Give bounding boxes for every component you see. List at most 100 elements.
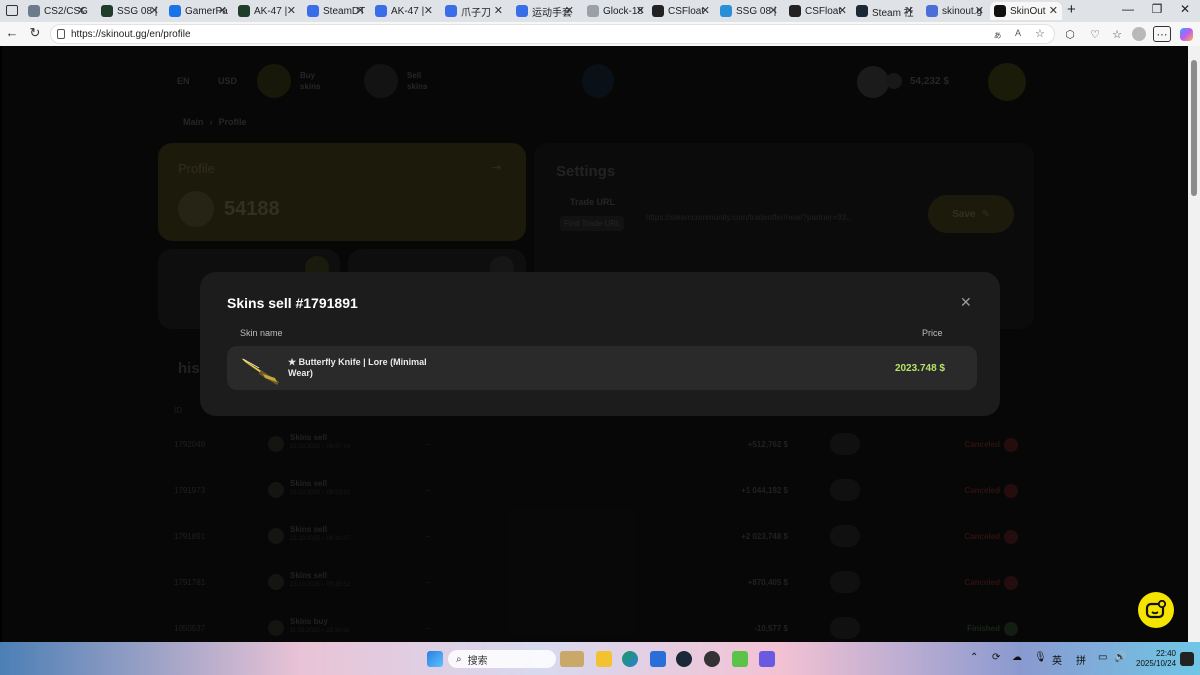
browser-tab[interactable]: CSFloat ✕ [785, 2, 851, 20]
taskbar-search[interactable]: ⌕ 搜索 [448, 650, 556, 668]
tab-actions-icon[interactable] [6, 5, 18, 16]
volume-icon[interactable]: 🔊 [1114, 652, 1126, 663]
browser-tab[interactable]: 运动手套 ✕ [512, 2, 578, 20]
browser-tab[interactable]: Glock-18 ✕ [583, 2, 649, 20]
sync-icon[interactable]: ⟳ [992, 652, 1000, 663]
tab-favicon-icon [375, 5, 387, 17]
page-scrollbar[interactable] [1188, 46, 1200, 642]
tab-close-icon[interactable]: ✕ [838, 4, 847, 17]
scrollbar-thumb[interactable] [1191, 60, 1197, 196]
skin-name-header: Skin name [240, 328, 283, 338]
app-icon-2[interactable] [732, 651, 748, 667]
tab-favicon-icon [307, 5, 319, 17]
tab-close-icon[interactable]: ✕ [356, 4, 365, 17]
ime-mode[interactable]: 拼 [1076, 652, 1086, 667]
page-content: EN USD Buy skins Sell skins 54,232 $ Mai… [2, 46, 1188, 642]
edge-icon[interactable] [622, 651, 638, 667]
tab-favicon-icon [856, 5, 868, 17]
more-menu-icon[interactable]: ⋯ [1153, 26, 1171, 42]
tab-close-icon[interactable]: ✕ [905, 4, 914, 17]
tab-close-icon[interactable]: ✕ [975, 4, 984, 17]
browser-tab[interactable]: 爪子刀 ✕ [441, 2, 507, 20]
cloud-icon[interactable]: ☁ [1012, 652, 1022, 663]
skin-item-name: ★ Butterfly Knife | Lore (Minimal Wear) [288, 357, 427, 378]
store-icon[interactable] [650, 651, 666, 667]
tab-close-icon[interactable]: ✕ [769, 4, 778, 17]
clock[interactable]: 22:40 2025/10/24 [1136, 649, 1176, 669]
restore-button[interactable]: ❐ [1142, 2, 1172, 16]
app-icon-3[interactable] [759, 651, 775, 667]
close-icon[interactable]: ✕ [960, 294, 972, 311]
browser-tab[interactable]: CS2/CSG ✕ [24, 2, 90, 20]
tab-favicon-icon [169, 5, 181, 17]
copilot-icon[interactable] [1178, 26, 1194, 42]
tab-favicon-icon [101, 5, 113, 17]
tab-favicon-icon [652, 5, 664, 17]
translate-icon[interactable]: ぁ [993, 28, 1002, 41]
tab-close-icon[interactable]: ✕ [424, 4, 433, 17]
windows-taskbar: ⌕ 搜索 ⌃ ⟳ ☁ 🎙 英 拼 ▭ 🔊 22:40 2025/10/24 [0, 642, 1200, 675]
tab-close-icon[interactable]: ✕ [565, 4, 574, 17]
browser-essentials-icon[interactable]: ♡ [1087, 26, 1103, 42]
browser-tab[interactable]: CSFloat ✕ [648, 2, 714, 20]
favorite-star-icon[interactable]: ☆ [1035, 27, 1045, 40]
read-aloud-icon[interactable]: A [1015, 28, 1021, 38]
search-placeholder: 搜索 [467, 655, 488, 667]
browser-tab[interactable]: SSG 08 | ✕ [716, 2, 782, 20]
tab-favicon-icon [926, 5, 938, 17]
profile-avatar-icon[interactable] [1131, 26, 1147, 42]
chevron-up-icon[interactable]: ⌃ [970, 652, 978, 663]
app-icon-1[interactable] [704, 651, 720, 667]
refresh-button[interactable]: ↻ [27, 25, 43, 41]
browser-tab[interactable]: AK-47 | ✕ [234, 2, 300, 20]
tab-close-icon[interactable]: ✕ [494, 4, 503, 17]
price-header: Price [922, 328, 943, 338]
windows-start-icon[interactable] [427, 651, 443, 667]
url-field[interactable]: https://skinout.gg/en/profile ぁ A ☆ [50, 24, 1055, 44]
tab-favicon-icon [789, 5, 801, 17]
tab-favicon-icon [238, 5, 250, 17]
tab-close-icon[interactable]: ✕ [218, 4, 227, 17]
address-bar-row: ← ↻ https://skinout.gg/en/profile ぁ A ☆ … [0, 22, 1200, 46]
browser-tab-strip: CS2/CSG ✕ SSG 08 | ✕ GamerPa ✕ AK-47 | ✕ SteamDT… [0, 0, 1200, 22]
ime-language[interactable]: 英 [1052, 652, 1062, 667]
support-chat-button[interactable] [1138, 592, 1174, 628]
browser-tab[interactable]: skinout.g ✕ [922, 2, 988, 20]
browser-tab[interactable]: Steam 社 ✕ [852, 2, 918, 20]
clock-time: 22:40 [1155, 649, 1176, 658]
tab-close-icon[interactable]: ✕ [701, 4, 710, 17]
browser-tab[interactable]: SSG 08 | ✕ [97, 2, 163, 20]
browser-tab[interactable]: GamerPa ✕ [165, 2, 231, 20]
widget-icon[interactable] [560, 651, 584, 667]
window-close-button[interactable]: ✕ [1170, 2, 1200, 16]
favorites-icon[interactable]: ☆ [1109, 26, 1125, 42]
chat-bubble-icon [1145, 600, 1167, 619]
browser-tab[interactable]: SkinOut ✕ [990, 2, 1062, 20]
tab-close-icon[interactable]: ✕ [150, 4, 159, 17]
tab-favicon-icon [994, 5, 1006, 17]
clock-date: 2025/10/24 [1136, 659, 1177, 668]
minimize-button[interactable]: — [1113, 2, 1143, 16]
url-text: https://skinout.gg/en/profile [71, 28, 191, 40]
tab-close-icon[interactable]: ✕ [287, 4, 296, 17]
browser-tab[interactable]: AK-47 | ✕ [371, 2, 437, 20]
network-icon[interactable]: ▭ [1098, 652, 1107, 663]
tab-close-icon[interactable]: ✕ [1049, 4, 1058, 17]
skin-item-row: ★ Butterfly Knife | Lore (Minimal Wear) … [227, 346, 977, 390]
tab-favicon-icon [516, 5, 528, 17]
notification-icon[interactable] [1180, 652, 1194, 666]
mic-icon[interactable]: 🎙 [1034, 652, 1047, 663]
back-button[interactable]: ← [4, 25, 20, 40]
tab-close-icon[interactable]: ✕ [636, 4, 645, 17]
extensions-icon[interactable]: ⬡ [1062, 26, 1078, 42]
skins-sell-modal: Skins sell #1791891 ✕ Skin name Price ★ … [200, 272, 1000, 416]
steam-icon[interactable] [676, 651, 692, 667]
site-info-icon[interactable] [57, 29, 65, 39]
search-icon: ⌕ [456, 653, 462, 665]
tab-close-icon[interactable]: ✕ [77, 4, 86, 17]
tab-favicon-icon [28, 5, 40, 17]
new-tab-button[interactable]: + [1067, 1, 1076, 18]
modal-title: Skins sell #1791891 [227, 295, 358, 311]
browser-tab[interactable]: SteamDT ✕ [303, 2, 369, 20]
file-explorer-icon[interactable] [596, 651, 612, 667]
